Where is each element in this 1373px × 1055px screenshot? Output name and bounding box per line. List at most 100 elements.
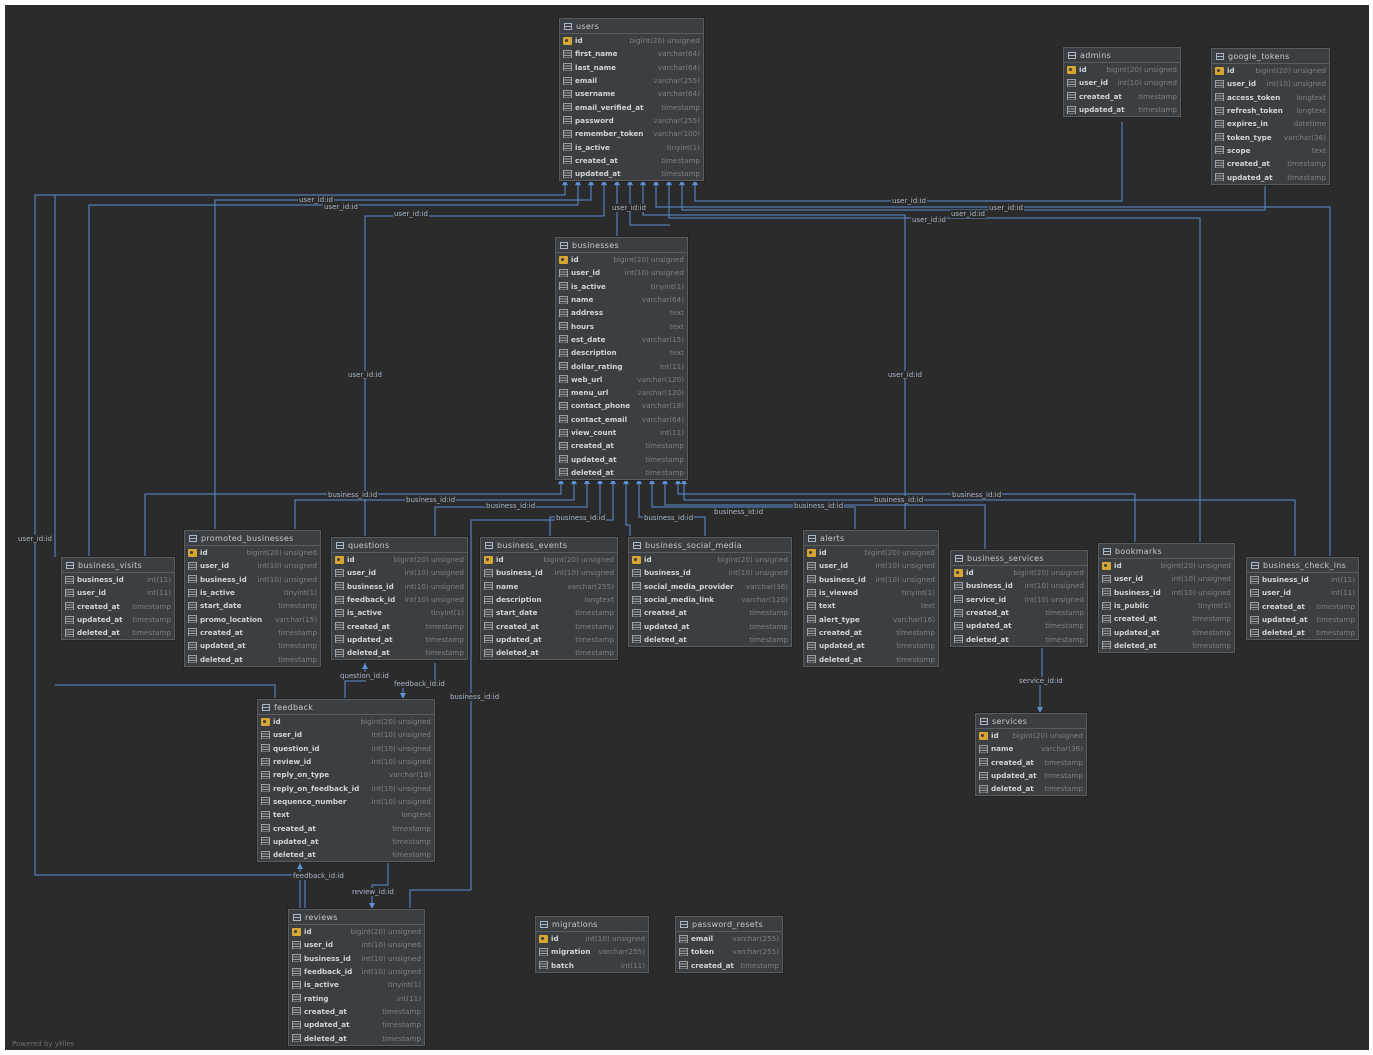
column-row[interactable]: updated_at timestamp [258,835,434,848]
table-header[interactable]: google_tokens [1212,49,1329,64]
table-header[interactable]: business_services [951,551,1087,566]
column-row[interactable]: is_active tinyint(1) [289,978,424,991]
column-row[interactable]: updated_at timestamp [185,639,320,652]
column-row[interactable]: deleted_at timestamp [289,1031,424,1044]
column-row[interactable]: is_active tinyint(1) [556,280,687,293]
column-row[interactable]: deleted_at timestamp [976,782,1086,795]
table-users[interactable]: users id bigint(20) unsigned first_name varc… [559,18,704,182]
column-row[interactable]: user_id int(10) unsigned [185,559,320,572]
column-row[interactable]: user_id int(10) unsigned [1212,77,1329,90]
table-header[interactable]: password_resets [676,917,782,932]
column-row[interactable]: user_id int(10) unsigned [804,559,938,572]
column-row[interactable]: reply_on_type varchar(18) [258,768,434,781]
column-row[interactable]: deleted_at timestamp [556,466,687,479]
column-row[interactable]: business_id int(10) unsigned [332,580,467,593]
column-row[interactable]: id bigint(20) unsigned [976,729,1086,742]
column-row[interactable]: business_id int(10) unsigned [629,566,791,579]
column-row[interactable]: created_at timestamp [1099,612,1234,625]
column-row[interactable]: updated_at timestamp [804,639,938,652]
column-row[interactable]: created_at timestamp [804,626,938,639]
column-row[interactable]: first_name varchar(64) [560,47,703,60]
column-row[interactable]: created_at timestamp [976,756,1086,769]
column-row[interactable]: updated_at timestamp [556,452,687,465]
table-header[interactable]: business_visits [62,558,174,573]
column-row[interactable]: created_at timestamp [560,154,703,167]
column-row[interactable]: refresh_token longtext [1212,104,1329,117]
column-row[interactable]: service_id int(10) unsigned [951,593,1087,606]
column-row[interactable]: created_at timestamp [951,606,1087,619]
column-row[interactable]: business_id int(10) unsigned [481,566,617,579]
table-business-events[interactable]: business_events id bigint(20) unsigned busi… [480,537,618,661]
table-migrations[interactable]: migrations id int(10) unsigned migration var… [535,916,649,973]
table-password-resets[interactable]: password_resets email varchar(255) token var… [675,916,783,973]
column-row[interactable]: name varchar(255) [481,580,617,593]
column-row[interactable]: social_media_link varchar(120) [629,593,791,606]
column-row[interactable]: user_id int(10) unsigned [556,266,687,279]
table-header[interactable]: business_events [481,538,617,553]
table-header[interactable]: questions [332,538,467,553]
column-row[interactable]: created_at timestamp [185,626,320,639]
column-row[interactable]: is_viewed tinyint(1) [804,586,938,599]
table-header[interactable]: business_check_ins [1247,558,1358,573]
table-google-tokens[interactable]: google_tokens id bigint(20) unsigned user_i… [1211,48,1330,185]
column-row[interactable]: id bigint(20) unsigned [629,553,791,566]
column-row[interactable]: id bigint(20) unsigned [804,546,938,559]
column-row[interactable]: user_id int(10) unsigned [1099,572,1234,585]
table-reviews[interactable]: reviews id bigint(20) unsigned user_id int(1… [288,909,425,1046]
column-row[interactable]: updated_at timestamp [1247,613,1358,626]
column-row[interactable]: business_id int(10) unsigned [1099,586,1234,599]
column-row[interactable]: name varchar(64) [556,293,687,306]
column-row[interactable]: contact_phone varchar(18) [556,399,687,412]
column-row[interactable]: user_id int(11) [1247,586,1358,599]
column-row[interactable]: question_id int(10) unsigned [258,742,434,755]
column-row[interactable]: id int(10) unsigned [536,932,648,945]
column-row[interactable]: user_id int(10) unsigned [1064,76,1180,89]
column-row[interactable]: text text [804,599,938,612]
column-row[interactable]: updated_at timestamp [976,769,1086,782]
column-row[interactable]: created_at timestamp [1212,157,1329,170]
column-row[interactable]: updated_at timestamp [332,633,467,646]
table-questions[interactable]: questions id bigint(20) unsigned user_id int… [331,537,468,661]
column-row[interactable]: created_at timestamp [481,619,617,632]
column-row[interactable]: batch int(11) [536,959,648,972]
column-row[interactable]: description text [556,346,687,359]
table-bookmarks[interactable]: bookmarks id bigint(20) unsigned user_id int… [1098,543,1235,654]
table-businesses[interactable]: businesses id bigint(20) unsigned user_id in… [555,237,688,481]
column-row[interactable]: user_id int(10) unsigned [258,728,434,741]
column-row[interactable]: start_date timestamp [481,606,617,619]
column-row[interactable]: created_at timestamp [289,1005,424,1018]
table-feedback[interactable]: feedback id bigint(20) unsigned user_id int(… [257,699,435,863]
column-row[interactable]: view_count int(11) [556,426,687,439]
table-services[interactable]: services id bigint(20) unsigned name varchar… [975,713,1087,797]
column-row[interactable]: updated_at timestamp [289,1018,424,1031]
column-row[interactable]: promo_location varchar(15) [185,612,320,625]
column-row[interactable]: deleted_at timestamp [804,652,938,665]
column-row[interactable]: id bigint(20) unsigned [481,553,617,566]
table-alerts[interactable]: alerts id bigint(20) unsigned user_id int(10… [803,530,939,667]
table-header[interactable]: services [976,714,1086,729]
column-row[interactable]: est_date varchar(15) [556,333,687,346]
column-row[interactable]: hours text [556,319,687,332]
column-row[interactable]: created_at timestamp [332,619,467,632]
column-row[interactable]: id bigint(20) unsigned [1212,64,1329,77]
column-row[interactable]: sequence_number int(10) unsigned [258,795,434,808]
column-row[interactable]: business_id int(11) [1247,573,1358,586]
column-row[interactable]: deleted_at timestamp [1247,626,1358,639]
column-row[interactable]: created_at timestamp [62,600,174,613]
column-row[interactable]: user_id int(10) unsigned [289,938,424,951]
column-row[interactable]: migration varchar(255) [536,945,648,958]
column-row[interactable]: updated_at timestamp [1064,103,1180,116]
column-row[interactable]: created_at timestamp [1064,90,1180,103]
column-row[interactable]: deleted_at timestamp [481,646,617,659]
table-header[interactable]: bookmarks [1099,544,1234,559]
column-row[interactable]: web_url varchar(120) [556,373,687,386]
column-row[interactable]: id bigint(20) unsigned [332,553,467,566]
table-business-social-media[interactable]: business_social_media id bigint(20) unsign… [628,537,792,648]
table-header[interactable]: admins [1064,48,1180,63]
table-business-visits[interactable]: business_visits business_id int(11) user_id… [61,557,175,641]
column-row[interactable]: created_at timestamp [1247,600,1358,613]
column-row[interactable]: password varchar(255) [560,114,703,127]
column-row[interactable]: text longtext [258,808,434,821]
column-row[interactable]: reply_on_feedback_id int(10) unsigned [258,781,434,794]
column-row[interactable]: created_at timestamp [556,439,687,452]
